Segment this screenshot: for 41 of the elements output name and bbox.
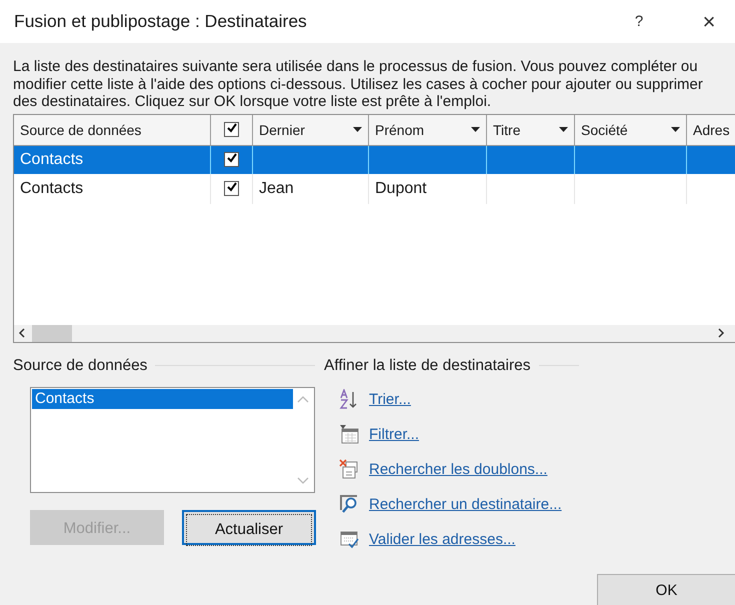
duplicates-icon — [339, 459, 359, 479]
table-cell: Jean — [253, 174, 369, 204]
dropdown-arrow-icon[interactable] — [471, 127, 480, 132]
source-list[interactable]: Contacts — [30, 386, 315, 492]
window-title: Fusion et publipostage : Destinataires — [14, 11, 308, 32]
select-all-checkbox[interactable] — [224, 122, 239, 137]
search-icon — [339, 494, 359, 514]
table-cell: Contacts — [14, 174, 211, 204]
list-item[interactable]: Contacts — [32, 388, 293, 408]
scroll-right-icon[interactable] — [717, 328, 725, 338]
group-title: Source de données — [13, 356, 148, 374]
refine-link[interactable]: Filtrer... — [369, 426, 420, 442]
filter-table-icon — [339, 424, 359, 444]
column-header[interactable]: Titre — [493, 122, 555, 138]
column-header[interactable]: Dernier — [259, 122, 349, 138]
ok-button[interactable]: OK — [597, 574, 735, 605]
table-cell: Contacts — [14, 146, 211, 174]
row-checkbox[interactable] — [224, 152, 239, 167]
table-cell: Dupont — [369, 174, 487, 204]
group-title: Affiner la liste de destinataires — [324, 356, 530, 374]
row-checkbox[interactable] — [224, 181, 239, 196]
scroll-left-icon[interactable] — [18, 328, 26, 338]
horizontal-scrollbar[interactable] — [14, 324, 735, 342]
instructions-text: La liste des destinataires suivante sera utilisée dans le processus de fusion. Vous pouvez compléter ou modifier cette liste à l'aide des options ci-dessous. Utilisez les cases à cocher pour ajouter ou supprimer des destinataires. Cliquez sur OK lorsque votre liste est prête à l'emploi. — [13, 58, 704, 110]
sort-icon — [339, 389, 359, 409]
validate-table-icon — [339, 529, 359, 549]
column-header[interactable]: Société — [581, 122, 667, 138]
column-header[interactable]: Adres — [693, 122, 735, 138]
dropdown-arrow-icon[interactable] — [353, 127, 362, 132]
dropdown-arrow-icon[interactable] — [559, 127, 568, 132]
help-button[interactable]: ? — [619, 13, 659, 30]
close-button[interactable]: × — [687, 8, 731, 34]
scroll-thumb[interactable] — [32, 324, 72, 342]
refresh-button[interactable]: Actualiser — [182, 510, 316, 544]
refine-link[interactable]: Trier... — [369, 390, 411, 408]
refine-link[interactable]: Rechercher les doublons... — [369, 460, 548, 478]
column-header[interactable]: Prénom — [375, 122, 467, 138]
refine-link[interactable]: Rechercher un destinataire... — [369, 496, 562, 512]
column-header[interactable]: Source de données — [20, 122, 204, 138]
dropdown-arrow-icon[interactable] — [671, 127, 680, 132]
refine-link[interactable]: Valider les adresses... — [369, 530, 516, 548]
